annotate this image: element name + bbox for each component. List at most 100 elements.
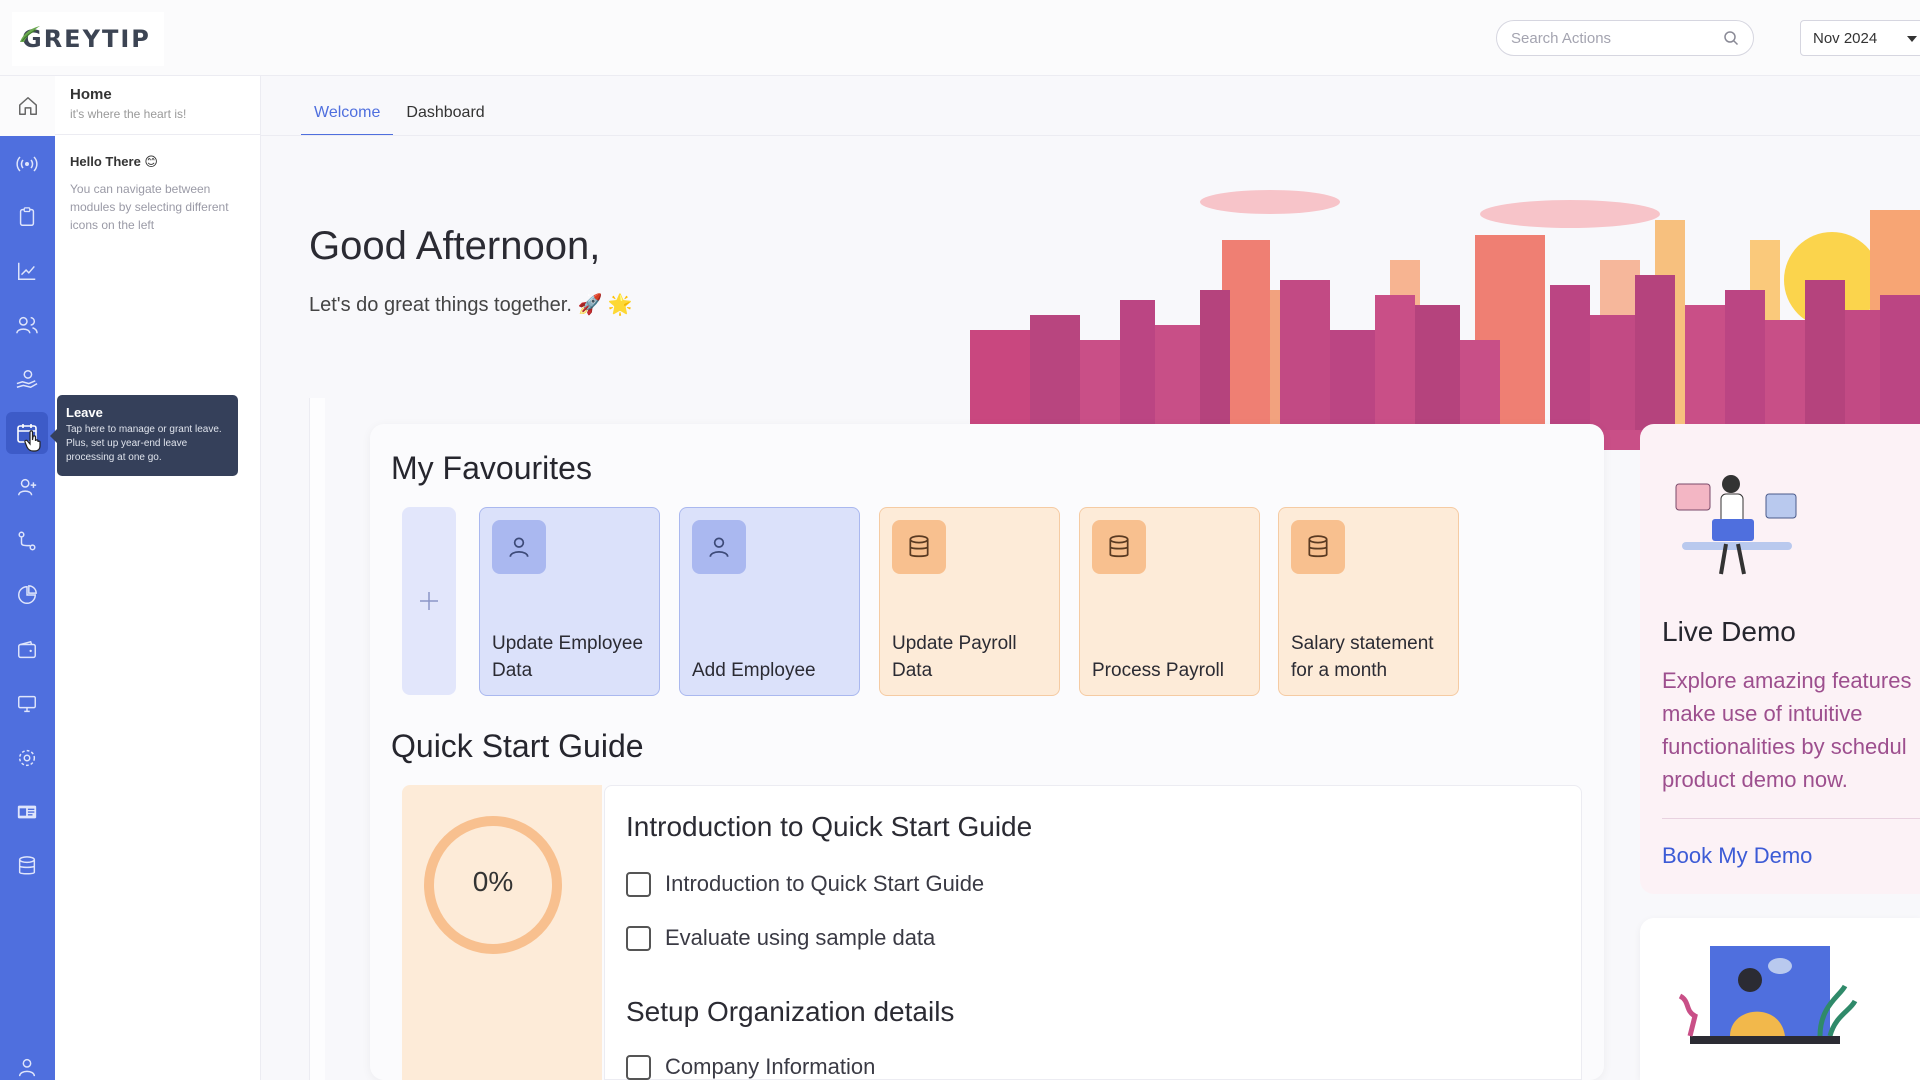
favourite-card[interactable]: Update Employee Data [479,507,660,696]
module-panel: Home it's where the heart is! Hello Ther… [55,76,261,1080]
home-title[interactable]: Home [70,86,112,103]
checkbox[interactable] [626,871,651,897]
tab-divider [261,135,1920,136]
live-demo-card [1640,424,1920,894]
plus-icon [420,592,438,610]
guide-check-item[interactable]: Company Information [626,1054,875,1080]
favourite-card[interactable]: Add Employee [679,507,860,696]
rail-item-directory[interactable] [14,799,40,825]
wallet-icon [18,640,36,659]
tab-welcome[interactable]: Welcome [301,96,394,136]
demo-illustration [1675,475,1797,575]
book-demo-link[interactable]: Book My Demo [1662,843,1812,869]
checkbox[interactable] [626,1054,651,1080]
rail-item-clipboard[interactable] [14,204,40,230]
guide-section-title: Introduction to Quick Start Guide [626,811,1033,842]
database-icon [1109,535,1129,558]
fav-icon-box [692,520,746,574]
rail-item-employees[interactable] [14,312,40,338]
favourite-card[interactable]: Update Payroll Data [879,507,1060,696]
fav-icon-box [892,520,946,574]
tooltip-title: Leave [66,405,103,420]
month-select[interactable]: Nov 2024 [1800,20,1920,56]
tooltip-text: Tap here to manage or grant leave. Plus,… [66,424,222,463]
greeting-title: Good Afternoon, [309,224,601,268]
hello-text: You can navigate between modules by sele… [70,182,229,232]
home-subtitle: it's where the heart is! [70,107,187,121]
user-icon [709,537,729,558]
rail-item-reports[interactable] [14,582,40,608]
guide-check-item[interactable]: Evaluate using sample data [626,925,935,951]
webinar-card [1640,918,1920,1080]
route-icon [18,531,36,551]
monitor-icon [18,695,36,713]
divider [55,134,261,135]
favourite-label: Update Payroll Data [892,633,1017,681]
icon-rail [0,136,55,1080]
top-bar: GREYTIP Nov 2024 [0,0,1920,76]
leaf-icon [20,26,40,42]
rail-item-leave[interactable] [6,412,48,454]
add-favourite-button[interactable] [402,507,456,695]
tab-dashboard[interactable]: Dashboard [393,96,497,136]
fav-icon-box [1291,520,1345,574]
search-input[interactable] [1511,29,1723,47]
rail-item-broadcast[interactable] [14,151,40,177]
rail-item-expenses[interactable] [14,637,40,663]
progress-panel [402,785,602,1080]
quick-start-title: Quick Start Guide [391,728,644,764]
favourite-label: Salary statement for a month [1291,633,1434,681]
check-label: Evaluate using sample data [665,925,936,950]
rail-item-onboarding[interactable] [14,474,40,500]
rail-item-data[interactable] [14,853,40,879]
leave-tooltip: Leave Tap here to manage or grant leave.… [50,395,238,476]
rail-item-profile[interactable] [14,1054,40,1080]
database-icon [909,535,929,558]
broadcast-icon [16,156,38,172]
fav-icon-box [1092,520,1146,574]
home-icon [18,97,37,115]
rail-item-payroll[interactable] [14,366,40,392]
divider [1662,818,1920,819]
favourites-title: My Favourites [391,450,592,486]
rail-home[interactable] [0,76,55,136]
favourite-card[interactable]: Salary statement for a month [1278,507,1459,696]
check-label: Company Information [665,1054,876,1079]
favourite-label: Add Employee [692,660,816,681]
favourite-label: Update Employee Data [492,633,644,681]
webinar-illustration [1678,946,1858,1044]
rail-item-settings[interactable] [14,745,40,771]
rail-item-workflow[interactable] [14,528,40,554]
greytip-logo[interactable]: GREYTIP [12,12,164,66]
user-plus-icon [18,478,37,496]
hello-title: Hello There 😊 [70,154,158,169]
checkbox[interactable] [626,925,651,951]
live-demo-title: Live Demo [1662,616,1796,647]
search-icon[interactable] [1723,30,1739,46]
user-icon [18,1058,36,1077]
page-edge [309,398,325,1080]
rail-item-assets[interactable] [14,691,40,717]
progress-value: 0% [472,866,514,897]
hand-coin-icon [16,370,38,389]
cursor-hand-icon [24,430,41,452]
user-icon [509,537,529,558]
search-actions-box[interactable] [1496,20,1754,56]
chevron-down-icon [1907,36,1917,42]
greeting-subtitle: Let's do great things together. 🚀 🌟 [309,294,633,316]
pie-chart-icon [18,585,37,604]
favourite-label: Process Payroll [1092,660,1224,681]
favourite-card[interactable]: Process Payroll [1079,507,1260,696]
chart-line-icon [18,262,36,280]
clipboard-icon [19,207,35,226]
tab-bar: Welcome Dashboard [301,96,498,136]
city-skyline-illustration [950,190,1920,450]
guide-section-title: Setup Organization details [626,996,955,1027]
live-demo-text: Explore amazing features make use of int… [1662,668,1912,792]
database-icon [18,856,36,875]
month-select-value: Nov 2024 [1813,29,1878,47]
rail-item-analytics[interactable] [14,258,40,284]
check-label: Introduction to Quick Start Guide [665,871,985,896]
id-card-icon [17,805,37,819]
guide-check-item[interactable]: Introduction to Quick Start Guide [626,871,984,897]
